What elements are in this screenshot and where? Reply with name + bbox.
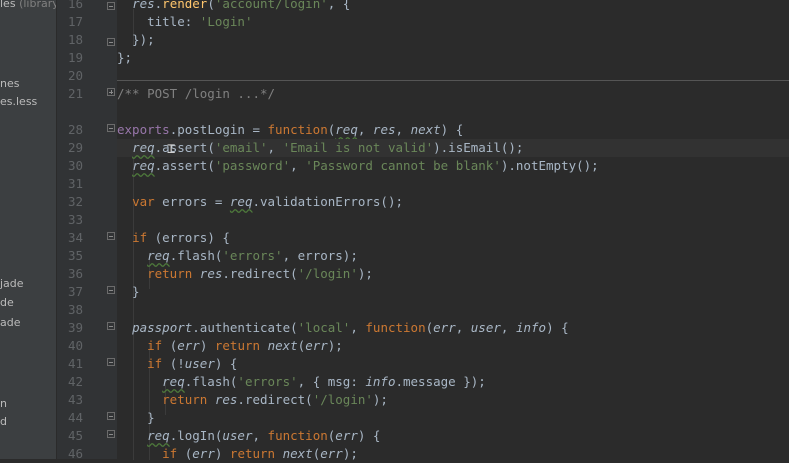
fold-toggle-icon[interactable] bbox=[107, 358, 115, 366]
project-sidebar: les (library nes es.less jade de ade n d bbox=[0, 0, 57, 459]
code-line: } bbox=[117, 410, 155, 425]
line-number: 31 bbox=[67, 176, 83, 191]
code-line: req.logIn(user, function(err) { bbox=[147, 428, 381, 443]
sidebar-item[interactable]: n bbox=[0, 397, 7, 411]
line-number: 17 bbox=[67, 14, 83, 29]
code-line: req.flash('errors', { msg: info.message … bbox=[162, 374, 486, 389]
line-number: 44 bbox=[67, 410, 83, 425]
line-number: 16 bbox=[67, 0, 83, 11]
code-line: res.render('account/login', { bbox=[132, 0, 351, 11]
code-line: req.assert('password', 'Password cannot … bbox=[132, 158, 599, 173]
line-number: 21 bbox=[67, 86, 83, 101]
fold-toggle-icon[interactable] bbox=[107, 286, 115, 294]
code-line: }; bbox=[117, 50, 133, 65]
line-number: 19 bbox=[67, 50, 83, 65]
line-number: 41 bbox=[67, 356, 83, 371]
code-line: title: 'Login' bbox=[117, 14, 253, 29]
code-line: } bbox=[117, 284, 140, 299]
code-line: if (errors) { bbox=[132, 230, 230, 245]
line-number: 34 bbox=[67, 230, 83, 245]
line-number: 45 bbox=[67, 428, 83, 443]
fold-toggle-icon[interactable] bbox=[107, 412, 115, 420]
code-line: exports.postLogin = function(req, res, n… bbox=[117, 122, 464, 137]
line-number: 35 bbox=[67, 248, 83, 263]
line-number: 39 bbox=[67, 320, 83, 335]
line-number: 42 bbox=[67, 374, 83, 389]
line-number: 40 bbox=[67, 338, 83, 353]
code-line: return res.redirect('/login'); bbox=[162, 392, 388, 407]
line-number: 33 bbox=[67, 212, 83, 227]
code-line: var errors = req.validationErrors(); bbox=[132, 194, 403, 209]
line-number: 37 bbox=[67, 284, 83, 299]
code-line: if (err) return next(err); bbox=[162, 446, 358, 461]
sidebar-item[interactable]: ade bbox=[0, 316, 21, 330]
code-line: return res.redirect('/login'); bbox=[147, 266, 373, 281]
line-number: 28 bbox=[67, 122, 83, 137]
sidebar-item[interactable]: de bbox=[0, 296, 14, 310]
code-line: if (!user) { bbox=[147, 356, 238, 371]
code-line: if (err) return next(err); bbox=[147, 338, 343, 353]
sidebar-item[interactable]: les (library bbox=[0, 0, 56, 11]
line-number: 46 bbox=[67, 446, 83, 461]
fold-expand-icon[interactable] bbox=[107, 88, 115, 96]
fold-toggle-icon[interactable] bbox=[107, 322, 115, 330]
line-number: 20 bbox=[67, 68, 83, 83]
line-number: 43 bbox=[67, 392, 83, 407]
code-line: }); bbox=[117, 32, 155, 47]
code-editor[interactable]: res.render('account/login', { title: 'Lo… bbox=[117, 0, 789, 461]
sidebar-item[interactable]: d bbox=[0, 415, 7, 429]
line-number: 36 bbox=[67, 266, 83, 281]
sidebar-item[interactable]: nes bbox=[0, 77, 19, 91]
fold-toggle-icon[interactable] bbox=[107, 38, 115, 46]
fold-toggle-icon[interactable] bbox=[107, 124, 115, 132]
fold-toggle-icon[interactable] bbox=[107, 232, 115, 240]
line-number: 30 bbox=[67, 158, 83, 173]
text-cursor-icon: ⌶ bbox=[167, 141, 176, 157]
code-line: passport.authenticate('local', function(… bbox=[132, 320, 569, 335]
line-number: 32 bbox=[67, 194, 83, 209]
code-line: /** POST /login ...*/ bbox=[117, 86, 276, 101]
sidebar-item[interactable]: jade bbox=[0, 277, 24, 291]
sidebar-item[interactable]: es.less bbox=[0, 95, 37, 109]
fold-toggle-icon[interactable] bbox=[107, 430, 115, 438]
line-number: 18 bbox=[67, 32, 83, 47]
line-number: 38 bbox=[67, 302, 83, 317]
line-number-gutter[interactable]: 16 17 18 19 20 21 28 29 30 31 32 33 34 3… bbox=[57, 0, 117, 461]
fold-toggle-icon[interactable] bbox=[107, 2, 115, 10]
code-line-current: req.assert('email', 'Email is not valid'… bbox=[117, 139, 789, 157]
code-line: req.flash('errors', errors); bbox=[147, 248, 358, 263]
line-number: 29 bbox=[67, 140, 83, 155]
